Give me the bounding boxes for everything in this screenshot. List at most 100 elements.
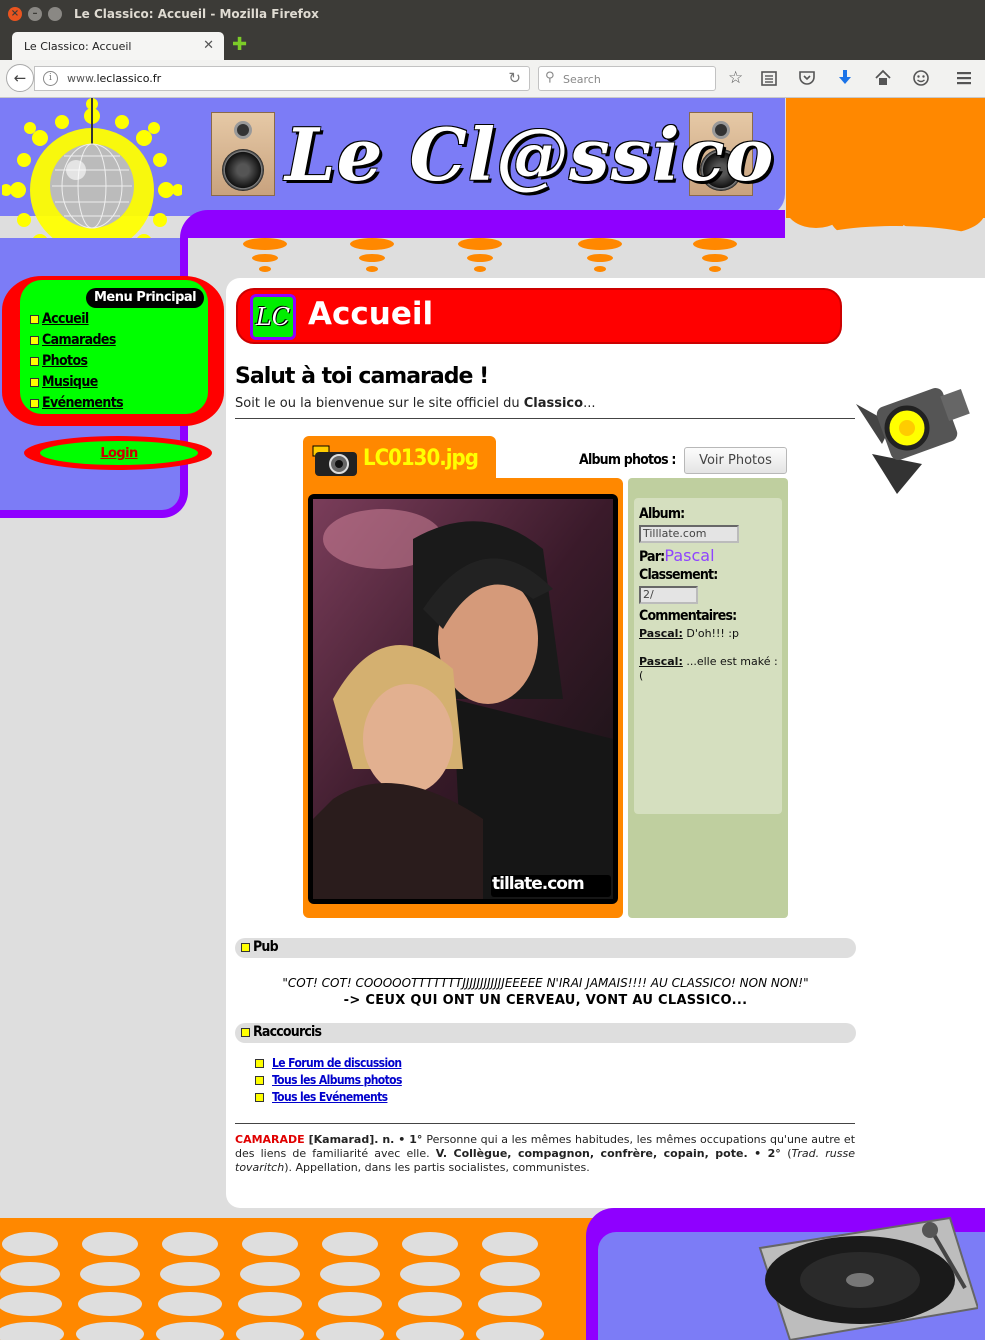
window-minimize-button[interactable]: – — [28, 7, 42, 21]
browser-tab[interactable]: Le Classico: Accueil ✕ — [12, 32, 224, 60]
menu-item-label: Musique — [42, 374, 98, 390]
album-photos-label: Album photos : — [579, 452, 676, 468]
comment-item: Pascal: D'oh!!! :p — [639, 627, 779, 641]
definition-text: CAMARADE [Kamarad]. n. • 1° Personne qui… — [235, 1133, 855, 1175]
shortcut-label: Tous les Albums photos — [272, 1073, 402, 1087]
url-prefix: www. — [67, 72, 97, 85]
menu-title: Menu Principal — [86, 288, 205, 308]
login-label: Login — [100, 446, 138, 461]
raccourcis-section-title: Raccourcis — [253, 1024, 322, 1040]
search-icon: ⚲ — [545, 70, 555, 85]
comment-author[interactable]: Pascal: — [639, 655, 683, 668]
bullet-icon — [255, 1076, 264, 1085]
close-icon: × — [10, 8, 20, 19]
hamburger-menu-icon[interactable] — [955, 69, 973, 91]
shortcut-label: Le Forum de discussion — [272, 1056, 402, 1070]
menu-item-label: Camarades — [42, 332, 116, 348]
watermark: tillate.com — [492, 874, 585, 894]
menu-item-evenements[interactable]: Evénements — [30, 395, 124, 413]
voir-photos-button[interactable]: Voir Photos — [684, 447, 787, 474]
definition-pron: [Kamarad]. — [304, 1133, 383, 1146]
pocket-icon[interactable] — [798, 69, 816, 91]
url-bar[interactable]: i www.leclassico.fr ↻ — [34, 66, 530, 91]
navigation-bar: ← i www.leclassico.fr ↻ ⚲ Search ☆ — [0, 60, 985, 98]
menu-item-label: Photos — [42, 353, 88, 369]
bullet-icon — [30, 377, 39, 387]
pub-quote: "COT! COT! COOOOOTTTTTTTJJJJJJJJJJJJEEEE… — [282, 976, 809, 990]
bullet-icon — [30, 356, 39, 366]
menu-item-musique[interactable]: Musique — [30, 374, 98, 392]
shortcut-forum[interactable]: Le Forum de discussion — [255, 1056, 402, 1070]
album-label: Album: — [639, 506, 685, 522]
shortcut-label: Tous les Evénements — [272, 1090, 388, 1104]
tab-close-icon[interactable]: ✕ — [203, 38, 214, 53]
camera-icon — [312, 445, 357, 476]
reading-list-icon[interactable] — [760, 69, 778, 91]
reload-icon[interactable]: ↻ — [508, 69, 521, 87]
bullet-icon — [255, 1059, 264, 1068]
menu-item-accueil[interactable]: Accueil — [30, 311, 89, 329]
welcome-text-part: ... — [583, 396, 596, 411]
page-title: Accueil — [308, 296, 434, 332]
definition-word: CAMARADE — [235, 1133, 305, 1146]
shortcut-albums[interactable]: Tous les Albums photos — [255, 1073, 402, 1087]
raccourcis-section-header: Raccourcis — [235, 1023, 856, 1043]
shortcut-evenements[interactable]: Tous les Evénements — [255, 1090, 388, 1104]
tab-title: Le Classico: Accueil — [24, 40, 132, 53]
window-maximize-button[interactable] — [48, 7, 62, 21]
pub-line: -> CEUX QUI ONT UN CERVEAU, VONT AU CLAS… — [343, 993, 748, 1008]
download-icon[interactable] — [836, 69, 854, 91]
site-title: Le Cl@ssico — [285, 112, 775, 197]
welcome-title: Salut à toi camarade ! — [235, 364, 489, 389]
photo-filename: LC0130.jpg — [363, 446, 479, 471]
star-icon[interactable]: ☆ — [728, 69, 743, 87]
definition-part: ). Appellation, dans les partis socialis… — [284, 1161, 590, 1174]
comments-label: Commentaires: — [639, 608, 737, 624]
pub-section-title: Pub — [253, 939, 279, 955]
window-close-button[interactable]: × — [8, 7, 22, 21]
home-icon[interactable] — [874, 69, 892, 91]
comment-text: D'oh!!! :p — [682, 627, 739, 640]
search-placeholder: Search — [563, 73, 601, 86]
back-arrow-icon[interactable]: ← — [6, 64, 34, 92]
par-label-text: Par: — [639, 549, 665, 565]
welcome-text-part: Soit le ou la bienvenue sur le site offi… — [235, 396, 524, 411]
classement-label: Classement: — [639, 567, 718, 583]
hello-icon[interactable] — [912, 69, 930, 91]
cloud-decoration — [806, 226, 985, 260]
pub-section-header: Pub — [235, 938, 856, 958]
window-titlebar: × – Le Classico: Accueil - Mozilla Firef… — [0, 0, 985, 28]
page-header: LC Accueil — [236, 288, 842, 344]
lc-logo-icon: LC — [250, 294, 296, 340]
menu-item-photos[interactable]: Photos — [30, 353, 88, 371]
menu-item-label: Evénements — [42, 395, 124, 411]
bullet-icon — [241, 943, 250, 952]
welcome-text-bold: Classico — [523, 396, 584, 411]
bullet-icon — [30, 335, 39, 345]
new-tab-icon[interactable]: ✚ — [232, 34, 247, 55]
minimize-icon: – — [32, 8, 38, 19]
photo-image[interactable]: tillate.com — [308, 494, 618, 904]
par-value[interactable]: Pascal — [664, 546, 714, 565]
spotlight-icon — [856, 387, 970, 494]
comment-author[interactable]: Pascal: — [639, 627, 683, 640]
login-link[interactable]: Login — [40, 441, 198, 465]
classement-field[interactable]: 2/ — [639, 586, 698, 604]
search-input[interactable]: ⚲ Search — [538, 66, 716, 91]
divider — [235, 1123, 855, 1124]
bullet-icon — [241, 1028, 250, 1037]
orange-drops-decoration — [243, 238, 737, 272]
tab-bar: Le Classico: Accueil ✕ ✚ — [0, 28, 985, 60]
window-title: Le Classico: Accueil - Mozilla Firefox — [74, 7, 319, 21]
bottom-clouds-decoration — [0, 1232, 544, 1340]
info-icon[interactable]: i — [43, 71, 58, 86]
menu-item-camarades[interactable]: Camarades — [30, 332, 116, 350]
bullet-icon — [255, 1093, 264, 1102]
album-field[interactable]: Tilllate.com — [639, 525, 739, 543]
menu-item-label: Accueil — [42, 311, 89, 327]
header-rim — [180, 210, 785, 238]
divider — [235, 418, 855, 419]
welcome-text: Soit le ou la bienvenue sur le site offi… — [235, 396, 595, 411]
comment-item: Pascal: ...elle est maké :( — [639, 655, 779, 683]
par-label: Par:Pascal — [639, 546, 715, 565]
